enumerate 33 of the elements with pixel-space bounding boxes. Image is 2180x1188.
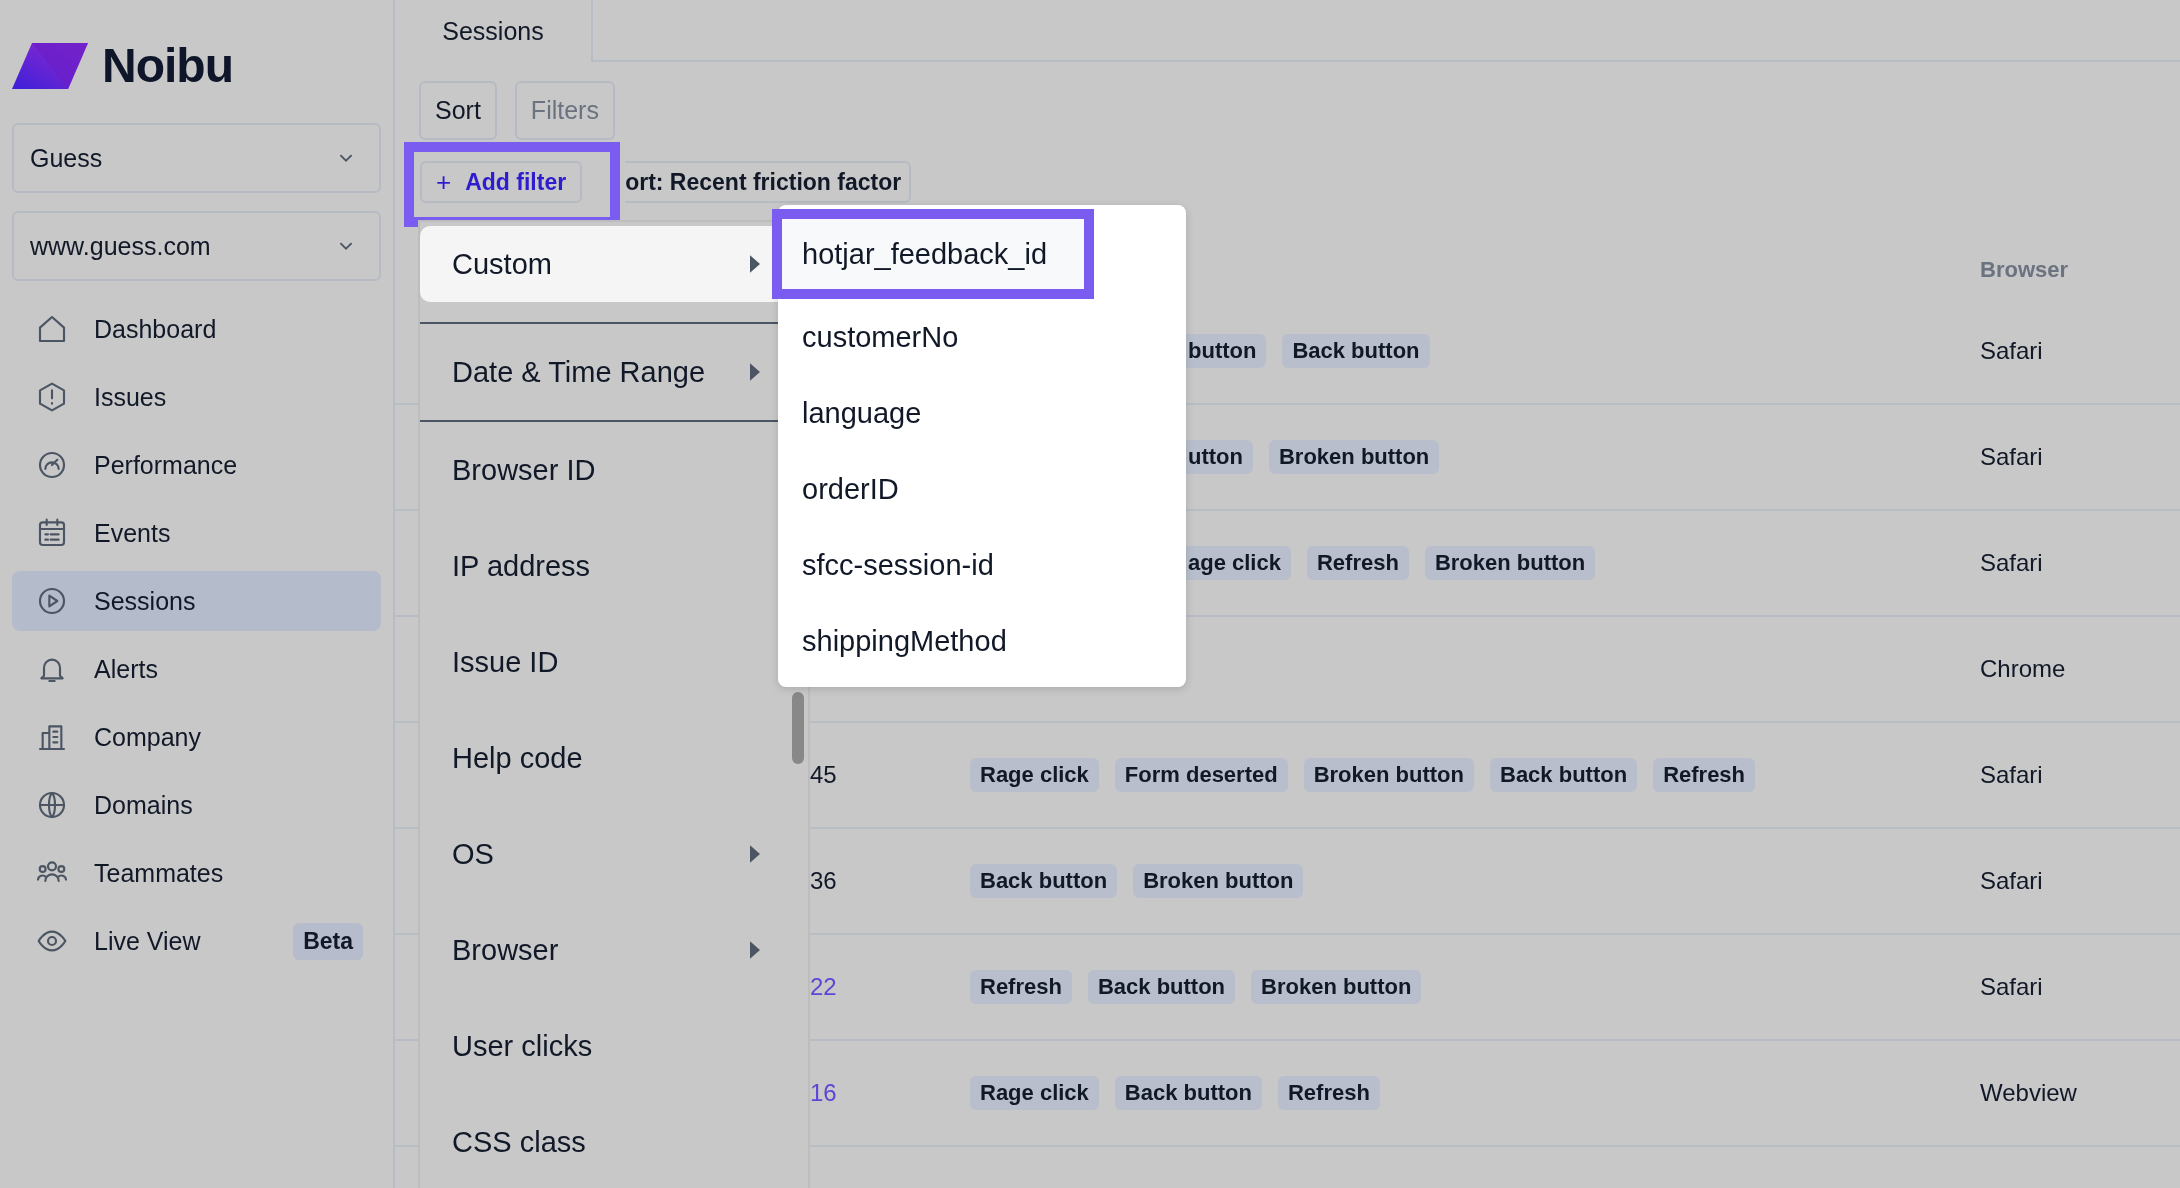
tag-chip: Broken button <box>1424 546 1596 580</box>
tag-chip: Rage click <box>970 758 1099 792</box>
table-cell-text: Safari <box>1980 549 2044 577</box>
tag-chip: Rage click <box>970 1076 1099 1110</box>
tag-chip: button <box>1186 334 1267 368</box>
table-cell-text: Safari <box>1980 337 2044 365</box>
tag-chip: age click <box>1186 546 1291 580</box>
tag-chip: Broken button <box>1251 970 1422 1004</box>
tag-chip: Refresh <box>1277 1076 1380 1110</box>
tag-chip: Back button <box>1282 334 1430 368</box>
table-cell-text: Safari <box>1980 443 2044 471</box>
table-cell-text: Chrome <box>1980 655 2067 683</box>
tag-chip: Broken button <box>1133 864 1304 898</box>
table-cell-text: Safari <box>1980 973 2044 1001</box>
table-cell-text: Safari <box>1980 867 2044 895</box>
tag-chip: Refresh <box>1306 546 1409 580</box>
tag-chip: Back button <box>970 864 1118 898</box>
logo-text: Noibu <box>102 38 233 93</box>
tag-chip: Back button <box>1087 970 1236 1004</box>
score-cell: 45 <box>810 761 837 788</box>
tag-chip: Refresh <box>1653 758 1756 792</box>
tag-chip: Broken button <box>1268 440 1440 474</box>
tag-chip: utton <box>1186 440 1253 474</box>
beta-badge: Beta <box>293 922 363 960</box>
tag-chip: Back button <box>1114 1076 1262 1110</box>
tag-chip: Form deserted <box>1114 758 1288 792</box>
tag-chip: Broken button <box>1303 758 1474 792</box>
score-cell: 36 <box>810 867 837 894</box>
column-header: Browser <box>1980 257 2070 283</box>
table-cell-text: Webview <box>1980 1079 2078 1107</box>
table-cell-text: Safari <box>1980 761 2044 789</box>
tag-chip: Back button <box>1490 758 1638 792</box>
tag-chip: Refresh <box>970 970 1072 1004</box>
